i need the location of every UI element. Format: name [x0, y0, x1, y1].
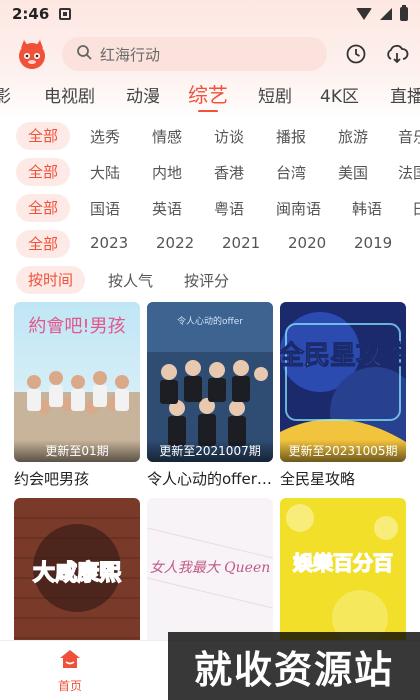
- filter-year-all[interactable]: 全部: [16, 230, 71, 258]
- show-poster: 約會吧!男孩 更新至01期: [14, 302, 140, 462]
- show-card[interactable]: 全民星攻略 更新至20231005期 全民星攻略: [280, 302, 406, 489]
- signal-icon: [380, 8, 392, 20]
- filter-region-option[interactable]: 内地: [152, 162, 182, 183]
- filter-type-option[interactable]: 情感: [152, 126, 182, 147]
- poster-title: 女人我最大 Queen: [150, 560, 271, 576]
- poster-title: 全民星攻略: [280, 340, 406, 371]
- filter-language-option[interactable]: 国语: [90, 198, 120, 219]
- update-badge: 更新至01期: [14, 440, 140, 462]
- app-header: 红海行动: [0, 32, 420, 76]
- battery-icon: [400, 5, 408, 21]
- filter-row-year: 全部 2023 2022 2021 2020 2019: [0, 226, 420, 262]
- sort-by-popularity[interactable]: 按人气: [108, 270, 153, 291]
- sort-by-time[interactable]: 按时间: [16, 266, 86, 294]
- tab-variety[interactable]: 综艺: [188, 79, 228, 108]
- download-icon[interactable]: [385, 43, 409, 65]
- filter-type-option[interactable]: 旅游: [338, 126, 368, 147]
- show-title: 全民星攻略: [280, 470, 356, 488]
- tab-4k[interactable]: 4K区: [320, 82, 359, 107]
- active-tab-indicator: [198, 110, 218, 112]
- tab-live[interactable]: 直播: [390, 82, 420, 107]
- filter-type-option[interactable]: 播报: [276, 126, 306, 147]
- nav-home-label: 首页: [57, 679, 82, 693]
- poster-title: 娛樂百分百: [292, 551, 393, 575]
- filter-language-all[interactable]: 全部: [16, 194, 71, 222]
- filter-region-option[interactable]: 台湾: [276, 162, 306, 183]
- filter-year-option[interactable]: 2020: [288, 234, 326, 252]
- tab-movie[interactable]: 影: [0, 82, 11, 107]
- tab-short-drama[interactable]: 短剧: [258, 82, 292, 107]
- tab-tv-series[interactable]: 电视剧: [44, 82, 95, 107]
- status-bar: 2:46: [0, 0, 420, 28]
- filter-language-option[interactable]: 韩语: [352, 198, 382, 219]
- wifi-icon: [356, 8, 372, 20]
- filter-row-sort: 按时间 按人气 按评分: [0, 262, 420, 298]
- filter-language-option[interactable]: 日: [412, 198, 420, 219]
- filter-type-all[interactable]: 全部: [16, 122, 71, 150]
- filter-region-all[interactable]: 全部: [16, 158, 71, 186]
- show-poster: 全民星攻略 更新至20231005期: [280, 302, 406, 462]
- filter-year-option[interactable]: 2021: [222, 234, 260, 252]
- sort-by-rating[interactable]: 按评分: [184, 270, 229, 291]
- notification-icon: [59, 8, 72, 20]
- history-icon[interactable]: [345, 43, 367, 65]
- show-title: 令人心动的offer第三季: [147, 470, 273, 488]
- show-title: 约会吧男孩: [14, 470, 90, 488]
- nav-home[interactable]: 首页: [50, 649, 90, 694]
- filter-language-option[interactable]: 粤语: [214, 198, 244, 219]
- status-icons: [356, 5, 408, 21]
- filter-year-option[interactable]: 2019: [354, 234, 392, 252]
- search-placeholder: 红海行动: [100, 45, 161, 64]
- search-bar[interactable]: 红海行动: [62, 37, 327, 71]
- poster-title: 約會吧!男孩: [28, 316, 125, 337]
- filter-row-region: 全部 大陆 内地 香港 台湾 美国 法国: [0, 154, 420, 190]
- filter-year-option[interactable]: 2023: [90, 234, 128, 252]
- show-poster: 令人心动的offer 更新至2021007期: [147, 302, 273, 462]
- filter-region-option[interactable]: 大陆: [90, 162, 120, 183]
- home-icon: [59, 650, 81, 673]
- filter-type-option[interactable]: 选秀: [90, 126, 120, 147]
- filter-year-option[interactable]: 2022: [156, 234, 194, 252]
- tab-anime[interactable]: 动漫: [126, 82, 160, 107]
- poster-title: 令人心动的offer: [177, 315, 243, 327]
- filter-region-option[interactable]: 美国: [338, 162, 368, 183]
- show-card[interactable]: 大咸康熙: [14, 498, 140, 658]
- filter-region-option[interactable]: 法国: [398, 162, 420, 183]
- show-card[interactable]: 約會吧!男孩 更新至01期 约会吧男孩: [14, 302, 140, 489]
- update-badge: 更新至2021007期: [147, 440, 273, 462]
- update-badge: 更新至20231005期: [280, 440, 406, 462]
- watermark-overlay: 就收资源站: [168, 632, 420, 700]
- filter-panel: 全部 选秀 情感 访谈 播报 旅游 音乐 全部 大陆 内地 香港 台湾 美国 法…: [0, 118, 420, 298]
- channel-tabs: 影 电视剧 动漫 综艺 短剧 4K区 直播: [0, 78, 420, 112]
- watermark-text: 就收资源站: [193, 647, 394, 692]
- show-card[interactable]: 令人心动的offer 更新至2021007期 令人心动的offer第三季: [147, 302, 273, 489]
- filter-type-option[interactable]: 音乐: [398, 126, 420, 147]
- filter-language-option[interactable]: 闽南语: [276, 198, 321, 219]
- filter-type-option[interactable]: 访谈: [214, 126, 244, 147]
- filter-row-language: 全部 国语 英语 粤语 闽南语 韩语 日: [0, 190, 420, 226]
- filter-language-option[interactable]: 英语: [152, 198, 182, 219]
- show-poster: 大咸康熙: [14, 498, 140, 658]
- filter-region-option[interactable]: 香港: [214, 162, 244, 183]
- poster-title: 大咸康熙: [33, 560, 121, 586]
- app-logo-icon[interactable]: [14, 36, 50, 72]
- filter-row-type: 全部 选秀 情感 访谈 播报 旅游 音乐: [0, 118, 420, 154]
- search-icon: [76, 44, 92, 64]
- status-time: 2:46: [12, 5, 50, 23]
